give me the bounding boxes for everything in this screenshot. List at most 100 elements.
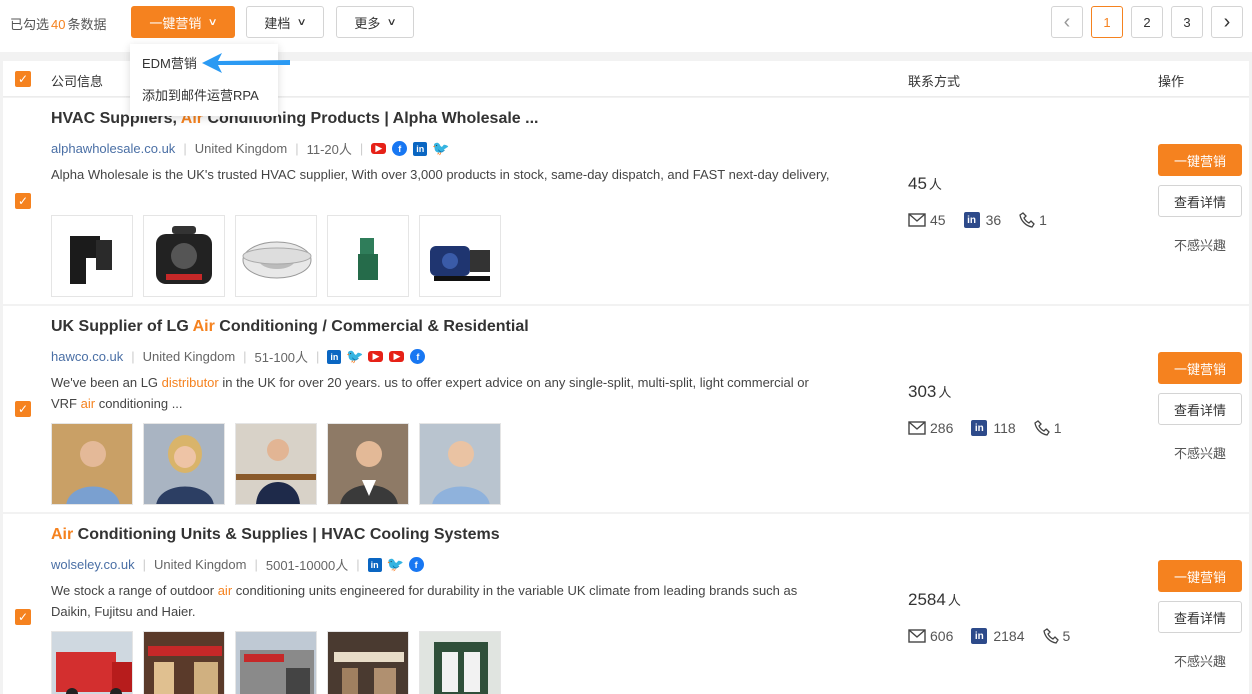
photo-thumbnail[interactable] [51,631,133,694]
company-meta: wolseley.co.uk | United Kingdom | 5001-100… [51,555,430,574]
company-description: Alpha Wholesale is the UK's trusted HVAC… [51,167,830,182]
product-thumbnail[interactable] [143,215,225,297]
email-count[interactable]: 286 [908,420,953,436]
phone-count[interactable]: 1 [1019,212,1047,228]
twitter-icon[interactable]: 🐦 [346,348,363,364]
company-size: 11-20人 [306,142,352,157]
menu-item-add-to-rpa[interactable]: 添加到邮件运营RPA [130,80,278,112]
youtube-icon[interactable]: ▶ [371,143,387,154]
phone-count[interactable]: 5 [1042,628,1070,644]
linkedin-icon[interactable]: in [327,349,342,364]
row-checkbox[interactable]: ✓ [15,401,31,417]
youtube-icon[interactable]: ▶ [389,351,405,362]
company-country: United Kingdom [194,141,288,156]
company-domain-link[interactable]: hawco.co.uk [51,349,123,364]
view-details-button[interactable]: 查看详情 [1158,185,1242,217]
page-button-2[interactable]: 2 [1131,6,1163,38]
selected-count-text: 已勾选 40 条数据 [10,17,107,32]
phone-count[interactable]: 1 [1033,420,1061,436]
chevron-right-icon: › [1223,10,1231,33]
header-actions: 操作 [1158,74,1185,89]
email-icon [908,629,926,643]
header-company-info: 公司信息 [51,74,104,89]
company-size: 51-100人 [254,350,309,365]
one-click-marketing-button[interactable]: 一键营销 [1158,144,1242,176]
company-title[interactable]: UK Supplier of LG Air Conditioning / Com… [51,318,529,336]
product-thumbnail[interactable] [327,215,409,297]
view-details-button[interactable]: 查看详情 [1158,601,1242,633]
facebook-icon[interactable]: f [408,557,424,572]
prev-page-button[interactable]: ‹ [1051,6,1083,38]
page-button-3[interactable]: 3 [1171,6,1203,38]
phone-icon [1042,628,1059,644]
linkedin-icon[interactable]: in [367,557,382,572]
photo-thumbnail[interactable] [235,631,317,694]
contact-stats: 45 in 36 1 [908,212,1065,228]
more-button[interactable]: 更多 ∨ [336,6,414,38]
not-interested-link[interactable]: 不感兴趣 [1158,235,1242,254]
chevron-down-icon: ∨ [207,16,219,28]
selected-count: 40 [51,17,66,32]
company-size: 5001-10000人 [265,558,349,573]
company-title[interactable]: Air Conditioning Units & Supplies | HVAC… [51,526,500,544]
linkedin-icon: in [963,212,980,228]
youtube-icon[interactable]: ▶ [368,351,384,362]
company-meta: alphawholesale.co.uk | United Kingdom | 11… [51,140,450,157]
person-thumbnail[interactable] [235,423,317,505]
photo-thumbnail[interactable] [327,631,409,694]
thumbnail-list [51,423,501,505]
email-count[interactable]: 45 [908,212,946,228]
contact-total: 2584 人 [908,590,961,609]
company-card: ✓ UK Supplier of LG Air Conditioning / C… [3,306,1249,512]
company-card: ✓ Air Conditioning Units & Supplies | HV… [3,514,1249,694]
one-click-marketing-button[interactable]: 一键营销 [1158,560,1242,592]
next-page-button[interactable]: › [1211,6,1243,38]
product-thumbnail[interactable] [419,215,501,297]
phone-icon [1033,420,1050,436]
person-thumbnail[interactable] [51,423,133,505]
company-meta: hawco.co.uk | United Kingdom | 51-100人 | in… [51,347,431,366]
company-description: We stock a range of outdoor air conditio… [51,583,798,619]
header-contact: 联系方式 [908,74,961,89]
email-count[interactable]: 606 [908,628,953,644]
view-details-button[interactable]: 查看详情 [1158,393,1242,425]
person-thumbnail[interactable] [327,423,409,505]
linkedin-icon: in [971,420,988,436]
company-domain-link[interactable]: wolseley.co.uk [51,557,135,572]
twitter-icon[interactable]: 🐦 [386,556,403,572]
archive-button[interactable]: 建档 ∨ [246,6,324,38]
chevron-down-icon: ∨ [296,16,308,28]
contact-stats: 286 in 118 1 [908,420,1079,436]
select-all-checkbox[interactable]: ✓ [15,71,31,87]
annotation-arrow-icon [202,53,290,73]
product-thumbnail[interactable] [51,215,133,297]
product-thumbnail[interactable] [235,215,317,297]
company-country: United Kingdom [153,557,247,572]
one-click-marketing-button[interactable]: 一键营销 [1158,352,1242,384]
person-thumbnail[interactable] [419,423,501,505]
company-description: We've been an LG distributor in the UK f… [51,375,809,411]
row-checkbox[interactable]: ✓ [15,609,31,625]
photo-thumbnail[interactable] [143,631,225,694]
row-checkbox[interactable]: ✓ [15,193,31,209]
photo-thumbnail[interactable] [419,631,501,694]
not-interested-link[interactable]: 不感兴趣 [1158,651,1242,670]
not-interested-link[interactable]: 不感兴趣 [1158,443,1242,462]
company-title[interactable]: HVAC Suppliers, Air Conditioning Product… [51,110,538,128]
contact-stats: 606 in 2184 5 [908,628,1088,644]
person-thumbnail[interactable] [143,423,225,505]
twitter-icon[interactable]: 🐦 [432,140,449,156]
chevron-left-icon: ‹ [1063,10,1071,33]
linkedin-icon[interactable]: in [413,141,428,156]
one-click-marketing-button[interactable]: 一键营销 ∨ [131,6,235,38]
facebook-icon[interactable]: f [392,141,408,156]
company-card: ✓ HVAC Suppliers, Air Conditioning Produ… [3,98,1249,304]
facebook-icon[interactable]: f [410,349,426,364]
linkedin-count[interactable]: in 36 [963,212,1001,228]
linkedin-count[interactable]: in 118 [971,420,1016,436]
linkedin-icon: in [971,628,988,644]
page-button-1[interactable]: 1 [1091,6,1123,38]
company-domain-link[interactable]: alphawholesale.co.uk [51,141,175,156]
linkedin-count[interactable]: in 2184 [971,628,1025,644]
email-icon [908,421,926,435]
